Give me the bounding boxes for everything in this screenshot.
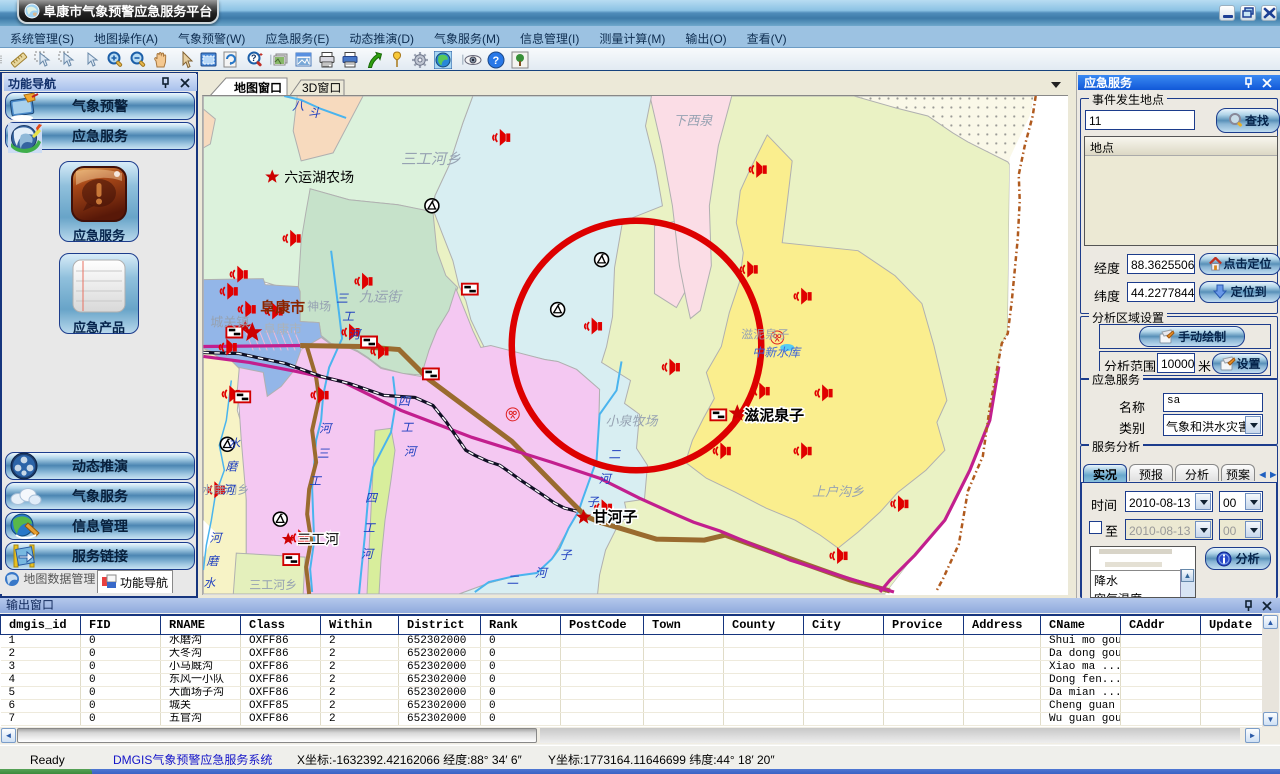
svg-text:?: ?	[493, 52, 500, 68]
svg-text:下西泉: 下西泉	[673, 110, 713, 129]
svg-text:三工河乡: 三工河乡	[401, 148, 461, 169]
svg-text:?: ?	[251, 51, 257, 64]
svg-text:子: 子	[587, 493, 600, 510]
svg-text:河: 河	[222, 481, 236, 498]
svg-text:河: 河	[404, 442, 418, 459]
svg-text:河: 河	[319, 419, 333, 436]
svg-text:阜康市: 阜康市	[260, 297, 305, 318]
svg-text:磨: 磨	[206, 552, 220, 569]
svg-text:河: 河	[599, 470, 613, 487]
svg-text:工: 工	[309, 472, 322, 489]
svg-text:四: 四	[398, 392, 412, 409]
svg-text:工: 工	[342, 308, 355, 325]
svg-text:三: 三	[336, 290, 349, 307]
svg-text:滋泥泉子: 滋泥泉子	[744, 404, 804, 425]
svg-text:三工河乡: 三工河乡	[249, 576, 297, 593]
svg-text:3D窗口: 3D窗口	[302, 79, 341, 96]
svg-text:磨: 磨	[225, 457, 239, 474]
svg-text:三: 三	[317, 444, 330, 461]
svg-text:水: 水	[228, 434, 241, 451]
svg-text:九运街: 九运街	[359, 287, 403, 307]
svg-text:斗: 斗	[308, 104, 321, 121]
svg-text:神场: 神场	[307, 298, 331, 315]
svg-text:二: 二	[507, 571, 520, 588]
svg-text:甘河子: 甘河子	[593, 506, 638, 527]
svg-text:滋泥泉子: 滋泥泉子	[741, 326, 789, 343]
svg-text:四: 四	[365, 489, 379, 506]
svg-text:小泉牧场: 小泉牧场	[606, 410, 659, 429]
svg-text:河: 河	[348, 326, 362, 343]
svg-text:水: 水	[203, 574, 216, 591]
svg-text:二: 二	[609, 445, 622, 462]
svg-text:城关镇: 城关镇	[210, 312, 249, 331]
svg-text:子: 子	[560, 546, 573, 563]
svg-text:工: 工	[401, 418, 414, 435]
svg-text:河: 河	[361, 545, 375, 562]
svg-text:中新水库: 中新水库	[752, 343, 802, 360]
svg-text:河: 河	[535, 564, 549, 581]
svg-text:工: 工	[363, 519, 376, 536]
svg-text:六运湖农场: 六运湖农场	[284, 167, 354, 187]
svg-text:河: 河	[209, 529, 223, 546]
svg-text:三工河: 三工河	[297, 529, 339, 549]
svg-text:地图窗口: 地图窗口	[234, 79, 282, 96]
svg-text:上户沟乡: 上户沟乡	[812, 481, 864, 500]
svg-text:八: 八	[292, 97, 304, 114]
svg-text:阜康市: 阜康市	[263, 319, 302, 338]
